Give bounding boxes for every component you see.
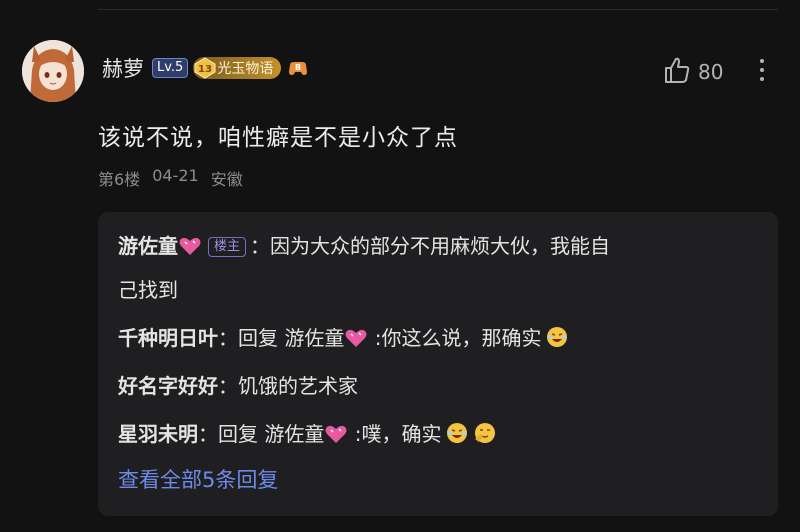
reply-item[interactable]: 星羽未明：回复 游佐童 :噗，确实 — [118, 414, 758, 458]
reply-text: :噗，确实 — [348, 422, 442, 446]
reply-separator: ： — [250, 234, 271, 258]
reply-author[interactable]: 游佐童 — [118, 234, 178, 258]
reply-text: 因为大众的部分不用麻烦大伙，我能自 — [270, 234, 611, 258]
replies-box: 游佐童 楼主 ：因为大众的部分不用麻烦大伙，我能自 己找到 千种明日叶：回复 游佐童 … — [98, 212, 778, 516]
fan-badge-name: 光玉物语 — [217, 61, 274, 77]
like-count: 80 — [698, 60, 724, 84]
level-badge: Lv.5 — [152, 58, 189, 78]
reply-word: ：回复 — [218, 326, 285, 350]
heart-icon — [178, 230, 202, 270]
heart-icon — [344, 322, 368, 362]
op-tag: 楼主 — [208, 237, 247, 257]
reply-author[interactable]: 星羽未明 — [118, 422, 198, 446]
reply-text: :你这么说，那确实 — [368, 326, 542, 350]
reply-item[interactable]: 千种明日叶：回复 游佐童 :你这么说，那确实 — [118, 318, 758, 362]
reply-item[interactable]: 好名字好好：饥饿的艺术家 — [118, 366, 758, 406]
laugh-emoji — [545, 322, 569, 362]
floor-number: 第6楼 — [98, 170, 141, 189]
view-all-replies-link[interactable]: 查看全部5条回复 — [118, 464, 278, 494]
comment-date: 04-21 — [152, 166, 199, 185]
top-divider — [98, 9, 778, 10]
reply-text: ：饥饿的艺术家 — [218, 374, 358, 398]
reply-item[interactable]: 游佐童 楼主 ：因为大众的部分不用麻烦大伙，我能自己找到 — [118, 226, 758, 310]
more-vertical-icon[interactable] — [752, 56, 772, 84]
svg-text:B: B — [295, 63, 301, 72]
reply-target[interactable]: 游佐童 — [284, 326, 344, 350]
fan-level-text: 13 — [198, 64, 212, 75]
fan-badge[interactable]: 13 光玉物语 — [193, 57, 282, 79]
reply-target[interactable]: 游佐童 — [264, 422, 324, 446]
heart-icon — [324, 418, 348, 458]
reply-word: ：回复 — [198, 422, 265, 446]
laugh-emoji — [445, 418, 469, 458]
gamepad-icon: B — [287, 57, 309, 79]
comment-location: 安徽 — [210, 170, 243, 189]
facepalm-emoji — [473, 418, 497, 458]
fan-level-icon: 13 — [193, 57, 217, 79]
username[interactable]: 赫萝 — [102, 53, 144, 83]
like-button[interactable]: 80 — [662, 55, 723, 89]
reply-text-continued: 己找到 — [118, 278, 178, 302]
comment-meta: 第6楼 04-21 安徽 — [98, 166, 243, 190]
reply-author[interactable]: 好名字好好 — [118, 374, 218, 398]
avatar[interactable] — [22, 40, 84, 102]
comment-header: 赫萝 Lv.5 13 光玉物语 B — [102, 52, 309, 84]
thumb-up-icon — [662, 55, 692, 89]
reply-author[interactable]: 千种明日叶 — [118, 326, 218, 350]
comment-text: 该说不说，咱性癖是不是小众了点 — [98, 125, 458, 151]
